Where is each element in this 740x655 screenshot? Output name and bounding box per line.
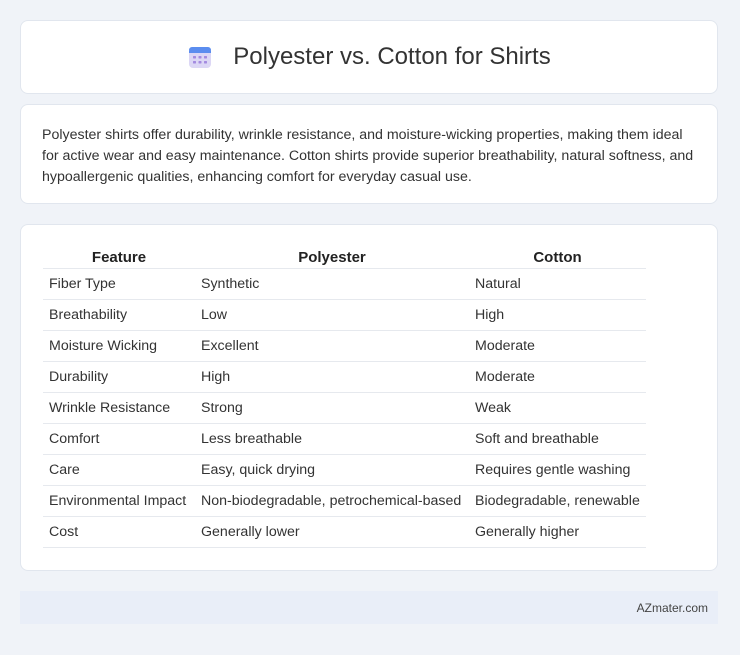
header-card: Polyester vs. Cotton for Shirts [20, 20, 718, 94]
cotton-cell: Moderate [469, 330, 646, 362]
table-row: Environmental Impact Non-biodegradable, … [43, 485, 646, 517]
feature-cell: Environmental Impact [43, 485, 195, 517]
feature-cell: Wrinkle Resistance [43, 392, 195, 424]
polyester-cell: High [195, 361, 469, 393]
feature-cell: Cost [43, 516, 195, 548]
polyester-cell: Excellent [195, 330, 469, 362]
polyester-cell: Low [195, 299, 469, 331]
header-cotton: Cotton [469, 246, 646, 269]
calendar-icon [187, 44, 213, 70]
page-title: Polyester vs. Cotton for Shirts [233, 43, 551, 70]
header-feature: Feature [43, 246, 195, 269]
cotton-cell: Moderate [469, 361, 646, 393]
table-row: Comfort Less breathable Soft and breatha… [43, 423, 646, 455]
table-row: Moisture Wicking Excellent Moderate [43, 330, 646, 362]
footer-brand: AZmater.com [636, 600, 708, 615]
cotton-cell: Natural [469, 268, 646, 300]
cotton-cell: Requires gentle washing [469, 454, 646, 486]
table-row: Cost Generally lower Generally higher [43, 516, 646, 548]
table-row: Wrinkle Resistance Strong Weak [43, 392, 646, 424]
feature-cell: Durability [43, 361, 195, 393]
cotton-cell: Generally higher [469, 516, 646, 548]
table-row: Breathability Low High [43, 299, 646, 331]
polyester-cell: Generally lower [195, 516, 469, 548]
table-row: Fiber Type Synthetic Natural [43, 268, 646, 300]
feature-cell: Comfort [43, 423, 195, 455]
feature-cell: Breathability [43, 299, 195, 331]
table-header-row: Feature Polyester Cotton [43, 246, 646, 269]
header-polyester: Polyester [195, 246, 469, 269]
table-row: Durability High Moderate [43, 361, 646, 393]
feature-cell: Care [43, 454, 195, 486]
footer: AZmater.com [20, 591, 718, 624]
feature-cell: Fiber Type [43, 268, 195, 300]
comparison-table-card: Feature Polyester Cotton Fiber Type Synt… [20, 224, 718, 571]
cotton-cell: Weak [469, 392, 646, 424]
polyester-cell: Synthetic [195, 268, 469, 300]
cotton-cell: Biodegradable, renewable [469, 485, 646, 517]
table-row: Care Easy, quick drying Requires gentle … [43, 454, 646, 486]
feature-cell: Moisture Wicking [43, 330, 195, 362]
cotton-cell: Soft and breathable [469, 423, 646, 455]
polyester-cell: Strong [195, 392, 469, 424]
comparison-table: Feature Polyester Cotton Fiber Type Synt… [43, 246, 646, 548]
cotton-cell: High [469, 299, 646, 331]
polyester-cell: Easy, quick drying [195, 454, 469, 486]
summary-text: Polyester shirts offer durability, wrink… [42, 127, 694, 185]
summary-card: Polyester shirts offer durability, wrink… [20, 104, 718, 204]
polyester-cell: Non-biodegradable, petrochemical-based [195, 485, 469, 517]
polyester-cell: Less breathable [195, 423, 469, 455]
